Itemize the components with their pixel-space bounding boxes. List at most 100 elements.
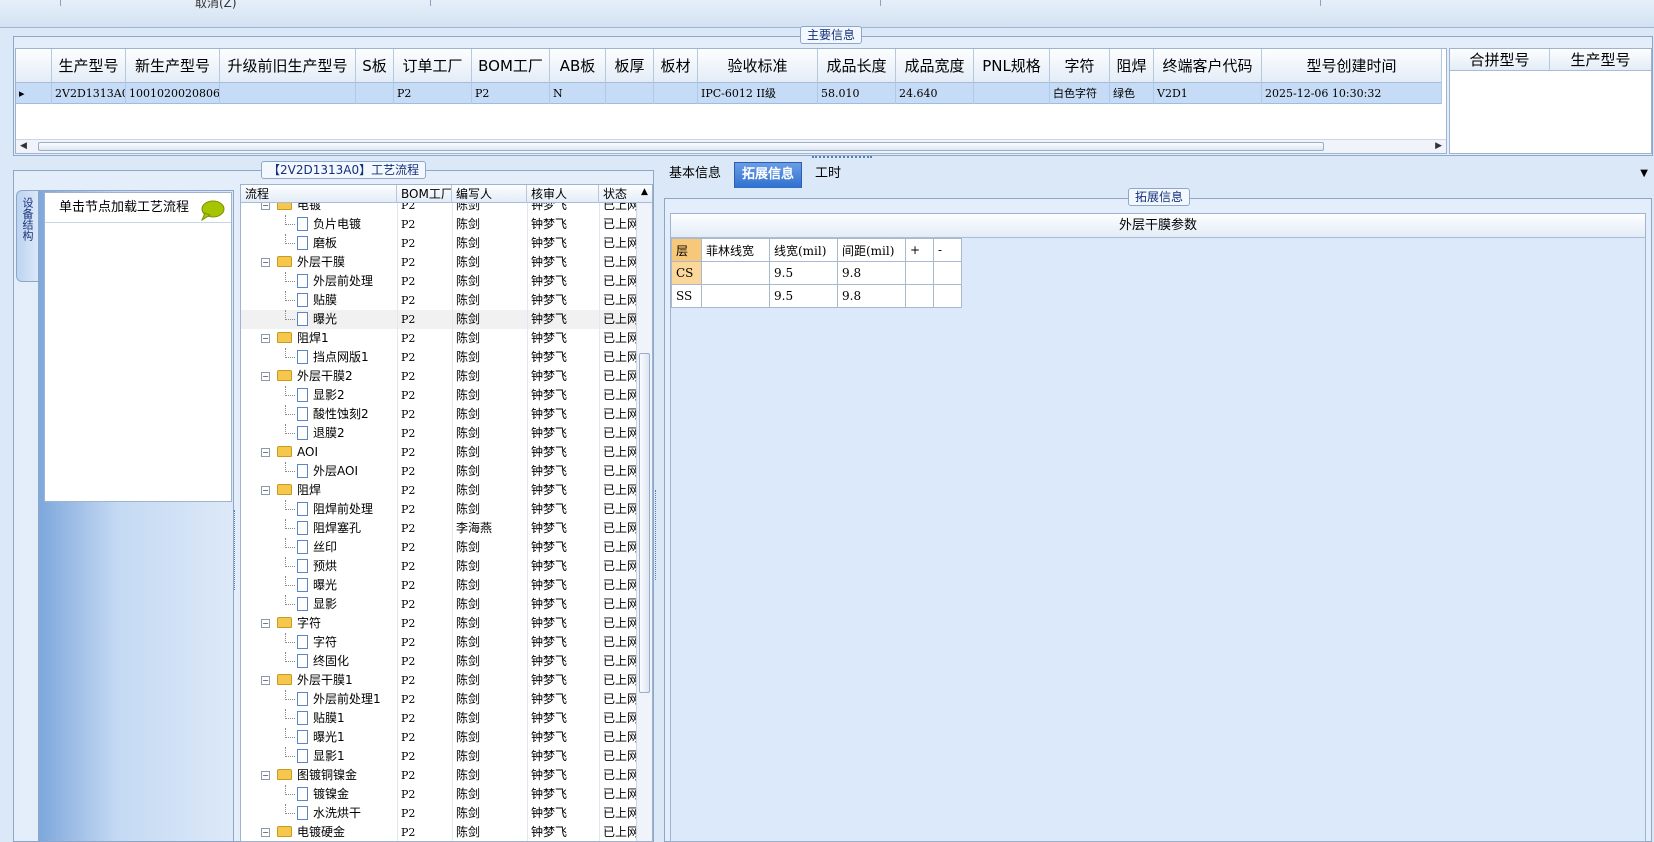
list-item[interactable]: 镀镍金 P2 陈剑 钟梦飞 已上网 [241,785,637,804]
splitter-handle[interactable] [655,490,661,580]
table-cell[interactable]: 24.640 [896,83,974,104]
table-cell[interactable] [905,261,934,285]
column-header[interactable]: 编写人 [452,185,527,203]
column-header[interactable]: 订单工厂 [394,49,472,83]
table-cell[interactable]: 9.8 [837,284,906,308]
collapse-icon[interactable]: − [261,334,270,343]
merge-model-grid[interactable]: 合拼型号 生产型号 [1449,48,1652,154]
table-cell[interactable] [933,261,962,285]
table-cell[interactable]: 9.5 [769,261,838,285]
scroll-right-icon[interactable]: ▶ [1435,141,1442,151]
table-cell[interactable] [933,284,962,308]
column-header[interactable]: 板厚 [606,49,654,83]
list-item[interactable]: 阻焊前处理 P2 陈剑 钟梦飞 已上网 [241,500,637,519]
table-cell[interactable]: 2025-12-06 10:30:32 [1262,83,1442,104]
scroll-left-icon[interactable]: ◀ [20,141,27,151]
table-cell[interactable] [701,284,770,308]
collapse-icon[interactable]: − [261,372,270,381]
column-header[interactable]: 字符 [1050,49,1110,83]
list-item[interactable]: − 图镀铜镍金 P2 陈剑 钟梦飞 已上网 [241,766,637,785]
collapse-icon[interactable]: − [261,619,270,628]
collapse-icon[interactable]: − [261,258,270,267]
list-item[interactable]: − 电镀 P2 陈剑 钟梦飞 已上网 [241,203,637,215]
process-tree-grid[interactable]: 流程 BOM工厂 编写人 核审人 状态 − 电镀 P2 陈剑 钟梦飞 已上网 负片电镀 P2 陈剑 钟梦飞… [240,184,653,842]
column-header[interactable]: 线宽(mil) [769,238,838,262]
list-item[interactable]: 终固化 P2 陈剑 钟梦飞 已上网 [241,652,637,671]
list-item[interactable]: 字符 P2 陈剑 钟梦飞 已上网 [241,633,637,652]
list-item[interactable]: 显影1 P2 陈剑 钟梦飞 已上网 [241,747,637,766]
list-item[interactable]: 丝印 P2 陈剑 钟梦飞 已上网 [241,538,637,557]
column-header[interactable]: 型号创建时间 [1262,49,1442,83]
list-item[interactable]: − 阻焊1 P2 陈剑 钟梦飞 已上网 [241,329,637,348]
column-header[interactable]: S板 [356,49,394,83]
column-header[interactable]: 间距(mil) [837,238,906,262]
list-item[interactable]: − 电镀硬金 P2 陈剑 钟梦飞 已上网 [241,823,637,841]
device-structure-tab[interactable]: 设备结构 [16,190,38,282]
collapse-icon[interactable]: − [261,828,270,837]
table-row[interactable]: SS 9.5 9.8 [671,284,962,308]
column-header[interactable]: 生产型号 [1550,49,1651,71]
table-cell[interactable]: V2D1 [1154,83,1262,104]
list-item[interactable]: 显影2 P2 陈剑 钟梦飞 已上网 [241,386,637,405]
list-item[interactable]: − 外层干膜 P2 陈剑 钟梦飞 已上网 [241,253,637,272]
column-header[interactable]: 流程 [241,185,397,203]
column-header[interactable]: 升级前旧生产型号 [220,49,356,83]
table-cell[interactable] [654,83,698,104]
column-header[interactable]: BOM工厂 [397,185,452,203]
horizontal-scrollbar[interactable]: ◀ ▶ [16,139,1446,153]
table-cell[interactable]: P2 [394,83,472,104]
table-cell[interactable]: 绿色 [1110,83,1154,104]
column-header[interactable]: 合拼型号 [1450,49,1550,71]
table-cell[interactable]: 2V2D1313A0 [52,83,126,104]
list-item[interactable]: 负片电镀 P2 陈剑 钟梦飞 已上网 [241,215,637,234]
table-cell[interactable] [905,284,934,308]
column-header[interactable]: AB板 [550,49,606,83]
list-item[interactable]: 显影 P2 陈剑 钟梦飞 已上网 [241,595,637,614]
list-item[interactable]: − 字符 P2 陈剑 钟梦飞 已上网 [241,614,637,633]
table-cell[interactable] [220,83,356,104]
load-hint-box[interactable]: 单击节点加载工艺流程 [44,192,232,502]
table-cell[interactable]: N [550,83,606,104]
table-cell[interactable]: 9.5 [769,284,838,308]
list-item[interactable]: 贴膜 P2 陈剑 钟梦飞 已上网 [241,291,637,310]
list-item[interactable]: 曝光 P2 陈剑 钟梦飞 已上网 [241,576,637,595]
table-cell[interactable]: 10010200208069 [126,83,220,104]
column-header[interactable]: 板材 [654,49,698,83]
table-cell[interactable]: 58.010 [818,83,896,104]
column-header[interactable]: - [933,238,962,262]
tab-work-hours[interactable]: 工时 [808,162,848,188]
list-item[interactable]: 退膜2 P2 陈剑 钟梦飞 已上网 [241,424,637,443]
table-cell[interactable]: 白色字符 [1050,83,1110,104]
table-cell[interactable] [356,83,394,104]
table-cell[interactable] [701,261,770,285]
list-item[interactable]: 阻焊塞孔 P2 李海燕 钟梦飞 已上网 [241,519,637,538]
collapse-icon[interactable]: − [261,676,270,685]
column-header[interactable]: BOM工厂 [472,49,550,83]
table-row[interactable]: CS 9.5 9.8 [671,261,962,285]
column-header[interactable]: 成品长度 [818,49,896,83]
table-cell[interactable]: IPC-6012 II级 [698,83,818,104]
table-cell[interactable]: P2 [472,83,550,104]
tab-extended-info[interactable]: 拓展信息 [734,162,803,188]
splitter-handle[interactable] [812,156,872,160]
column-header[interactable]: 新生产型号 [126,49,220,83]
cancel-label[interactable]: 取消(Z) [195,0,237,11]
list-item[interactable]: − AOI P2 陈剑 钟梦飞 已上网 [241,443,637,462]
list-item[interactable]: 外层前处理1 P2 陈剑 钟梦飞 已上网 [241,690,637,709]
list-item[interactable]: 曝光1 P2 陈剑 钟梦飞 已上网 [241,728,637,747]
column-header[interactable]: + [905,238,934,262]
collapse-icon[interactable]: − [261,203,270,210]
scrollbar-thumb[interactable] [639,353,650,693]
table-cell[interactable]: 9.8 [837,261,906,285]
table-cell[interactable] [974,83,1050,104]
list-item[interactable]: 酸性蚀刻2 P2 陈剑 钟梦飞 已上网 [241,405,637,424]
list-item[interactable]: 挡点网版1 P2 陈剑 钟梦飞 已上网 [241,348,637,367]
list-item[interactable]: 磨板 P2 陈剑 钟梦飞 已上网 [241,234,637,253]
column-header[interactable]: PNL规格 [974,49,1050,83]
dropdown-arrow-icon[interactable]: ▼ [1640,168,1648,179]
collapse-icon[interactable]: − [261,448,270,457]
tab-basic-info[interactable]: 基本信息 [662,162,728,188]
list-item[interactable]: 曝光 P2 陈剑 钟梦飞 已上网 [241,310,637,329]
column-header[interactable]: 菲林线宽 [701,238,770,262]
list-item[interactable]: 外层AOI P2 陈剑 钟梦飞 已上网 [241,462,637,481]
